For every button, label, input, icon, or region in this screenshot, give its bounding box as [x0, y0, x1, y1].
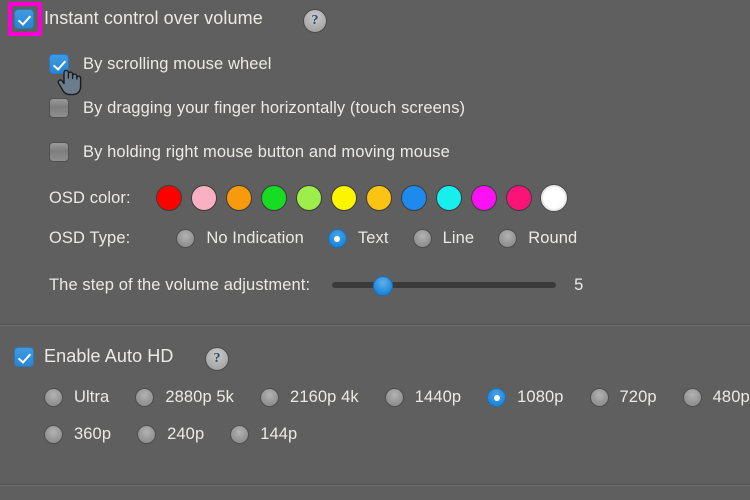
- osd-color-row: OSD color:: [49, 185, 567, 211]
- by-dragging-finger-label: By dragging your finger horizontally (to…: [83, 98, 466, 117]
- osd-type-label: OSD Type:: [49, 229, 131, 247]
- osd-type-radio-round[interactable]: [498, 229, 518, 248]
- osd-type-radio-line[interactable]: [412, 229, 432, 248]
- osd-color-swatch-gold[interactable]: [365, 185, 392, 211]
- section-divider-top: [0, 324, 750, 326]
- quality-label-2880p-5k: 2880p 5k: [165, 388, 235, 406]
- by-holding-right-mouse-button-checkbox[interactable]: [49, 142, 69, 162]
- option-row-scrolling-mouse-wheel[interactable]: By scrolling mouse wheel: [49, 54, 272, 74]
- enable-auto-hd-row[interactable]: Enable Auto HD: [14, 346, 173, 367]
- quality-option-480p[interactable]: 480p: [682, 388, 750, 407]
- quality-option-360p[interactable]: 360p: [44, 425, 111, 444]
- osd-color-label: OSD color:: [49, 188, 131, 207]
- by-holding-right-mouse-button-label: By holding right mouse button and moving…: [83, 142, 450, 161]
- quality-radio-144p[interactable]: [230, 425, 250, 444]
- quality-option-2880p-5k[interactable]: 2880p 5k: [135, 388, 234, 407]
- auto-hd-quality-list: Ultra 2880p 5k 2160p 4k 1440p 1080p 720p 480p 3…: [44, 388, 750, 444]
- quality-option-1080p[interactable]: 1080p: [487, 388, 563, 407]
- quality-radio-240p[interactable]: [137, 425, 157, 444]
- quality-label-144p: 144p: [260, 425, 298, 443]
- osd-color-swatch-yellow[interactable]: [330, 185, 357, 211]
- help-icon[interactable]: ?: [303, 9, 327, 33]
- quality-radio-480p[interactable]: [682, 388, 702, 407]
- section-divider-bottom: [0, 484, 750, 486]
- osd-color-swatch-white[interactable]: [540, 185, 567, 211]
- osd-type-option-text[interactable]: Text: [327, 229, 389, 248]
- osd-color-swatch-orange[interactable]: [225, 185, 252, 211]
- osd-color-swatch-pink[interactable]: [190, 185, 217, 211]
- quality-label-1080p: 1080p: [517, 388, 564, 406]
- instant-control-help-row[interactable]: ?: [303, 9, 327, 33]
- slider-track[interactable]: [332, 282, 557, 288]
- quality-option-ultra[interactable]: Ultra: [44, 388, 109, 407]
- instant-control-over-volume-row[interactable]: Instant control over volume: [14, 8, 263, 29]
- enable-auto-hd-label: Enable Auto HD: [44, 346, 174, 366]
- volume-step-slider[interactable]: [332, 275, 557, 296]
- osd-color-swatch-magenta[interactable]: [470, 185, 497, 211]
- quality-label-480p: 480p: [712, 388, 750, 406]
- quality-radio-ultra[interactable]: [44, 388, 63, 407]
- osd-color-swatch-red[interactable]: [155, 185, 182, 211]
- osd-type-label-no-indication: No Indication: [206, 229, 304, 247]
- instant-control-over-volume-label: Instant control over volume: [44, 8, 263, 28]
- slider-thumb[interactable]: [373, 276, 394, 296]
- osd-type-radio-text[interactable]: [327, 229, 347, 248]
- enable-auto-hd-help-row[interactable]: ?: [205, 347, 229, 371]
- instant-control-over-volume-checkbox[interactable]: [14, 8, 34, 29]
- osd-type-row: OSD Type: No Indication Text Line Round: [49, 229, 577, 248]
- volume-step-row: The step of the volume adjustment: 5: [49, 275, 584, 296]
- osd-color-swatch-hot-pink[interactable]: [505, 185, 532, 211]
- settings-panel: Instant control over volume ? By scrolli…: [0, 0, 750, 500]
- osd-type-label-round: Round: [528, 229, 578, 247]
- osd-color-swatch-cyan[interactable]: [435, 185, 462, 211]
- osd-color-swatch-list: [155, 185, 567, 211]
- quality-option-720p[interactable]: 720p: [589, 388, 657, 407]
- osd-type-option-round[interactable]: Round: [498, 229, 577, 248]
- osd-color-swatch-light-green[interactable]: [295, 185, 322, 211]
- osd-type-option-no-indication[interactable]: No Indication: [176, 229, 304, 248]
- quality-option-240p[interactable]: 240p: [137, 425, 204, 444]
- quality-radio-2160p-4k[interactable]: [260, 388, 280, 407]
- quality-label-720p: 720p: [619, 388, 657, 406]
- quality-option-2160p-4k[interactable]: 2160p 4k: [260, 388, 359, 407]
- osd-type-label-text: Text: [357, 229, 389, 247]
- quality-option-1440p[interactable]: 1440p: [384, 388, 462, 407]
- option-row-dragging-finger[interactable]: By dragging your finger horizontally (to…: [49, 98, 465, 118]
- quality-label-360p: 360p: [74, 425, 112, 443]
- quality-option-144p[interactable]: 144p: [230, 425, 297, 444]
- volume-step-label: The step of the volume adjustment:: [49, 275, 311, 294]
- quality-label-1440p: 1440p: [414, 388, 462, 406]
- osd-color-swatch-green[interactable]: [260, 185, 287, 211]
- osd-color-swatch-blue[interactable]: [400, 185, 427, 211]
- quality-label-240p: 240p: [167, 425, 205, 443]
- quality-radio-1440p[interactable]: [384, 388, 404, 407]
- quality-radio-1080p[interactable]: [487, 388, 507, 407]
- quality-radio-720p[interactable]: [589, 388, 609, 407]
- osd-type-option-line[interactable]: Line: [412, 229, 475, 248]
- option-row-holding-right-mouse-button[interactable]: By holding right mouse button and moving…: [49, 142, 450, 162]
- osd-type-radio-no-indication[interactable]: [176, 229, 196, 248]
- by-scrolling-mouse-wheel-checkbox[interactable]: [49, 54, 69, 74]
- volume-step-value: 5: [574, 275, 584, 294]
- enable-auto-hd-checkbox[interactable]: [14, 346, 34, 367]
- by-dragging-finger-checkbox[interactable]: [49, 98, 69, 118]
- osd-type-label-line: Line: [442, 229, 475, 247]
- quality-radio-360p[interactable]: [44, 425, 63, 444]
- quality-label-2160p-4k: 2160p 4k: [290, 388, 359, 406]
- help-icon[interactable]: ?: [205, 347, 229, 371]
- by-scrolling-mouse-wheel-label: By scrolling mouse wheel: [83, 54, 272, 73]
- quality-radio-2880p-5k[interactable]: [135, 388, 155, 407]
- quality-label-ultra: Ultra: [74, 388, 110, 406]
